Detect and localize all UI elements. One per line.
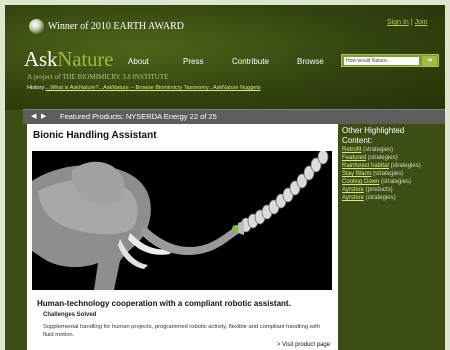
search-go-icon: ➜ <box>426 57 433 64</box>
product-caption: Human-technology cooperation with a comp… <box>37 299 291 308</box>
elephant-robot-arm-image <box>32 151 332 290</box>
sidebar-type: (strategies) <box>363 147 394 153</box>
sidebar-type: (strategies) <box>381 179 412 185</box>
globe-icon <box>29 19 44 34</box>
nav-contribute[interactable]: Contribute <box>232 57 269 66</box>
sidebar-link[interactable]: Cooling Down <box>342 179 379 185</box>
product-panel: Bionic Handling Assistant Human-technolo… <box>27 124 338 350</box>
product-title: Bionic Handling Assistant <box>33 130 157 141</box>
sidebar-type: (strategies) <box>390 163 421 169</box>
history-link-what-is[interactable]: ...What is AskNature? <box>46 85 99 91</box>
arrow-right-icon[interactable]: ▶ <box>41 112 46 120</box>
history-breadcrumb: History:...What is AskNature?...AskNatur… <box>27 85 261 91</box>
featured-bar: ◀ ▶ Featured Products: NYSERDA Energy 22… <box>23 109 445 124</box>
sidebar-heading: Other Highlighted Content: <box>342 126 405 145</box>
nav-browse[interactable]: Browse <box>297 57 324 66</box>
project-of-text: A project of THE BIOMIMICRY 3.8 INSTITUT… <box>27 73 168 81</box>
sidebar-item-cooling-down: Cooling Down (strategies) <box>342 179 442 186</box>
product-image[interactable] <box>32 151 332 290</box>
nav-press[interactable]: Press <box>183 57 203 66</box>
award-text: Winner of 2010 EARTH AWARD <box>48 21 184 32</box>
product-description: Supplemental handling for human projects… <box>43 324 321 338</box>
sidebar-item-stay-warm: Stay Warm (strategies) <box>342 171 442 178</box>
sidebar-type: (strategies) <box>365 195 396 201</box>
logo-nature: Nature <box>57 47 114 71</box>
project-prefix: A project of <box>27 73 61 81</box>
sidebar-link[interactable]: Stay Warm <box>342 171 371 177</box>
site-header: Winner of 2010 EARTH AWARD Sign In | Join … <box>5 5 445 110</box>
featured-title: Featured Products: NYSERDA Energy 22 of … <box>60 112 217 121</box>
challenges-heading: Challenges Solved <box>43 312 97 318</box>
join-link[interactable]: Join <box>415 19 428 26</box>
arrow-left-icon[interactable]: ◀ <box>31 112 36 120</box>
project-name: THE BIOMIMICRY 3.8 INSTITUTE <box>62 73 169 81</box>
link-separator: | <box>410 19 413 26</box>
search-input[interactable] <box>344 57 419 65</box>
sign-in-link[interactable]: Sign In <box>387 19 409 26</box>
sidebar-link[interactable]: Rainforest habitat <box>342 163 389 169</box>
asknature-logo[interactable]: AskNature <box>24 47 113 72</box>
nav-about[interactable]: About <box>128 57 149 66</box>
sidebar-link[interactable]: Ayrshire <box>342 187 364 193</box>
visit-product-link[interactable]: > Visit product page <box>277 342 330 348</box>
logo-ask: Ask <box>24 47 58 71</box>
page-frame: Winner of 2010 EARTH AWARD Sign In | Join … <box>5 5 445 350</box>
history-label: History: <box>27 85 46 91</box>
sidebar-item-retrofit: Retrofit (strategies) <box>342 147 442 154</box>
history-link-nuggets[interactable]: ...AskNature Nuggets <box>208 85 260 91</box>
search-go-button[interactable]: ➜ <box>422 56 437 66</box>
sidebar-link[interactable]: Retrofit <box>342 147 361 153</box>
sidebar-item-ayrshire-strategies: Ayrshire (strategies) <box>342 195 442 202</box>
account-links: Sign In | Join <box>387 19 427 26</box>
sidebar-type: (strategies) <box>367 155 398 161</box>
history-link-browse-taxonomy[interactable]: ...AskNature -- Browse Biomimicry Taxono… <box>99 85 209 91</box>
sidebar-type: (products) <box>365 187 393 193</box>
sidebar-item-ayrshire-products: Ayrshire (products) <box>342 187 442 194</box>
sidebar-link[interactable]: Ayrshire <box>342 195 364 201</box>
search-box: ➜ <box>341 54 439 67</box>
sidebar-link[interactable]: Featured <box>342 155 366 161</box>
sidebar-type: (strategies) <box>373 171 404 177</box>
highlighted-sidebar: Other Highlighted Content: Retrofit (str… <box>342 126 442 202</box>
sidebar-item-featured: Featured (strategies) <box>342 155 442 162</box>
sidebar-item-rainforest: Rainforest habitat (strategies) <box>342 163 442 170</box>
